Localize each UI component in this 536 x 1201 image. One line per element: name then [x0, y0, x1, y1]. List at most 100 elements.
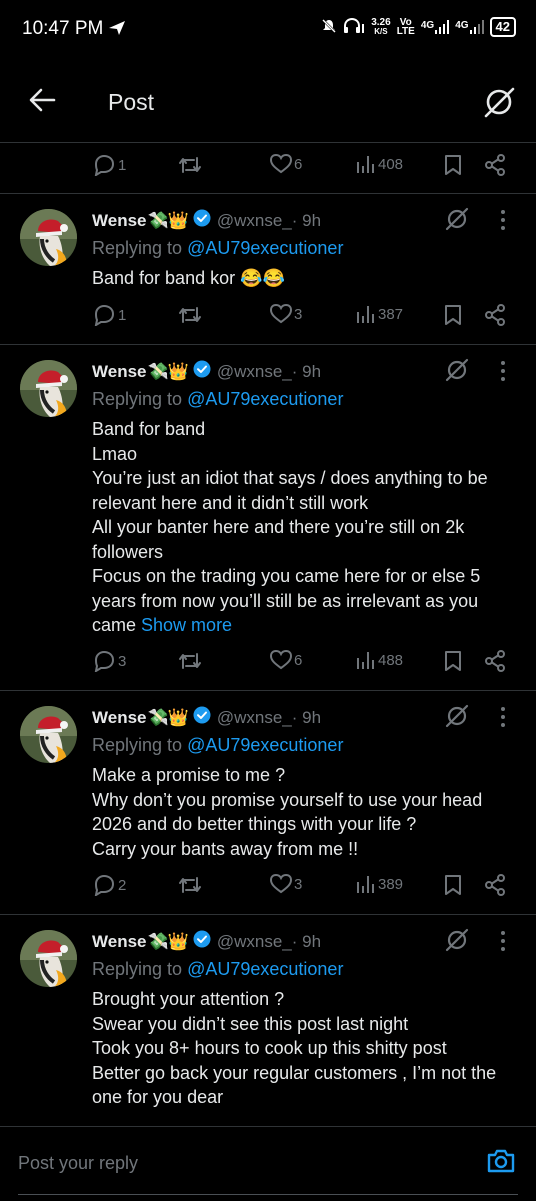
repost-button[interactable] — [178, 304, 204, 326]
reply-item[interactable]: Wense 💸👑 @wxnse_ · 9h Replying to @AU79exec… — [0, 345, 536, 690]
more-icon[interactable] — [500, 209, 506, 236]
replying-to: Replying to @AU79executioner — [92, 389, 343, 410]
signal-icon: 4G — [421, 20, 450, 34]
more-icon[interactable] — [500, 930, 506, 957]
views-button[interactable]: 387 — [356, 304, 403, 324]
author-name[interactable]: Wense — [92, 932, 147, 952]
avatar[interactable] — [20, 706, 77, 763]
avatar[interactable] — [20, 209, 77, 266]
like-count: 3 — [294, 305, 303, 323]
like-button[interactable]: 6 — [270, 650, 302, 670]
camera-icon[interactable] — [486, 1147, 516, 1180]
grok-icon[interactable] — [482, 85, 516, 124]
author-emoji: 💸👑 — [147, 361, 189, 381]
bookmark-button[interactable] — [444, 304, 462, 326]
mention-link[interactable]: @AU79executioner — [187, 389, 343, 409]
reply-input[interactable]: Post your reply — [18, 1153, 138, 1174]
reply-text: Band for band kor 😂😂 — [92, 266, 512, 291]
author-handle[interactable]: @wxnse_ — [217, 211, 292, 231]
author-handle[interactable]: @wxnse_ — [217, 708, 292, 728]
back-arrow-icon[interactable] — [28, 86, 56, 119]
reply-text: Band for band Lmao You’re just an idiot th… — [92, 417, 512, 638]
author-handle[interactable]: @wxnse_ — [217, 362, 292, 382]
share-button[interactable] — [484, 874, 506, 896]
reply-header: Wense 💸👑 @wxnse_ · 9h — [92, 930, 321, 953]
divider — [0, 142, 536, 143]
reply-item[interactable]: Wense 💸👑 @wxnse_ · 9h Replying to @AU79exec… — [0, 194, 536, 344]
like-button[interactable]: 3 — [270, 874, 302, 894]
views-button[interactable]: 488 — [356, 650, 403, 670]
bookmark-button[interactable] — [444, 154, 462, 176]
reply-text-line: Took you 8+ hours to cook up this shitty… — [92, 1038, 447, 1058]
views-count: 488 — [378, 651, 404, 669]
bookmark-button[interactable] — [444, 874, 462, 896]
reply-actions: 2 3 389 — [92, 874, 512, 902]
like-count: 3 — [294, 875, 303, 893]
repost-button[interactable] — [178, 650, 204, 672]
reply-button[interactable]: 2 — [92, 874, 126, 896]
share-button[interactable] — [484, 650, 506, 672]
share-button[interactable] — [484, 304, 506, 326]
signal-icon-2: 4G — [455, 20, 484, 34]
reply-text-line: Better go back your regular customers , … — [92, 1062, 497, 1108]
grok-icon[interactable] — [444, 206, 470, 237]
like-button[interactable]: 6 — [270, 154, 302, 174]
avatar[interactable] — [20, 930, 77, 987]
bookmark-button[interactable] — [444, 650, 462, 672]
mention-link[interactable]: @AU79executioner — [187, 238, 343, 258]
reply-button[interactable]: 1 — [92, 154, 126, 176]
reply-count: 3 — [118, 652, 127, 670]
views-button[interactable]: 389 — [356, 874, 403, 894]
reply-header: Wense 💸👑 @wxnse_ · 9h — [92, 209, 321, 232]
mention-link[interactable]: @AU79executioner — [187, 959, 343, 979]
reply-text-line: Swear you didn’t see this post last nigh… — [92, 1013, 409, 1034]
show-more-link[interactable]: Show more — [141, 615, 232, 635]
reply-timestamp: · 9h — [291, 210, 322, 230]
author-name[interactable]: Wense — [92, 362, 147, 382]
author-name[interactable]: Wense — [92, 708, 147, 728]
replying-to: Replying to @AU79executioner — [92, 238, 343, 259]
reply-text-line: You’re just an idiot that says / does an… — [92, 468, 488, 513]
reply-text-line: Band for band kor 😂😂 — [92, 268, 285, 288]
volte-indicator: Vo LTE — [396, 17, 415, 37]
grok-icon[interactable] — [444, 357, 470, 388]
mention-link[interactable]: @AU79executioner — [187, 735, 343, 755]
verified-icon — [193, 706, 211, 729]
replying-to: Replying to @AU79executioner — [92, 735, 343, 756]
views-button[interactable]: 408 — [356, 154, 403, 174]
like-button[interactable]: 3 — [270, 304, 302, 324]
author-handle[interactable]: @wxnse_ — [217, 932, 292, 952]
verified-icon — [193, 360, 211, 383]
reply-button[interactable]: 3 — [92, 650, 126, 672]
reply-text-line: Make a promise to me ? — [92, 765, 286, 785]
share-button[interactable] — [484, 154, 506, 176]
post-actions: 1 6 408 — [92, 154, 512, 182]
reply-text-line: All your banter here and there you’re st… — [92, 517, 465, 562]
reply-item[interactable]: Wense 💸👑 @wxnse_ · 9h Replying to @AU79exec… — [0, 915, 536, 1126]
author-emoji: 💸👑 — [147, 210, 189, 230]
reply-button[interactable]: 1 — [92, 304, 126, 326]
replying-to: Replying to @AU79executioner — [92, 959, 343, 980]
reply-item[interactable]: Wense 💸👑 @wxnse_ · 9h Replying to @AU79exec… — [0, 691, 536, 914]
more-icon[interactable] — [500, 706, 506, 733]
grok-icon[interactable] — [444, 703, 470, 734]
page-title: Post — [108, 89, 155, 115]
mute-icon — [321, 18, 337, 37]
verified-icon — [193, 209, 211, 232]
battery-icon: 42 — [489, 17, 516, 37]
avatar[interactable] — [20, 360, 77, 417]
reply-text-line: Band for band — [92, 419, 206, 439]
more-icon[interactable] — [500, 360, 506, 387]
status-time: 10:47 PM — [22, 18, 104, 39]
grok-icon[interactable] — [444, 927, 470, 958]
reply-text-line: Carry your bants away from me !! — [92, 838, 359, 859]
reply-text: Brought your attention ? Swear you didn’t… — [92, 987, 512, 1110]
reply-timestamp: · 9h — [291, 931, 322, 951]
repost-button[interactable] — [178, 874, 204, 896]
author-name[interactable]: Wense — [92, 211, 147, 231]
repost-button[interactable] — [178, 154, 202, 176]
reply-actions: 3 6 488 — [92, 650, 512, 678]
reply-header: Wense 💸👑 @wxnse_ · 9h — [92, 706, 321, 729]
views-count: 387 — [378, 305, 404, 323]
status-indicators: 3.26 K/S Vo LTE 4G 4G 42 — [321, 17, 516, 37]
